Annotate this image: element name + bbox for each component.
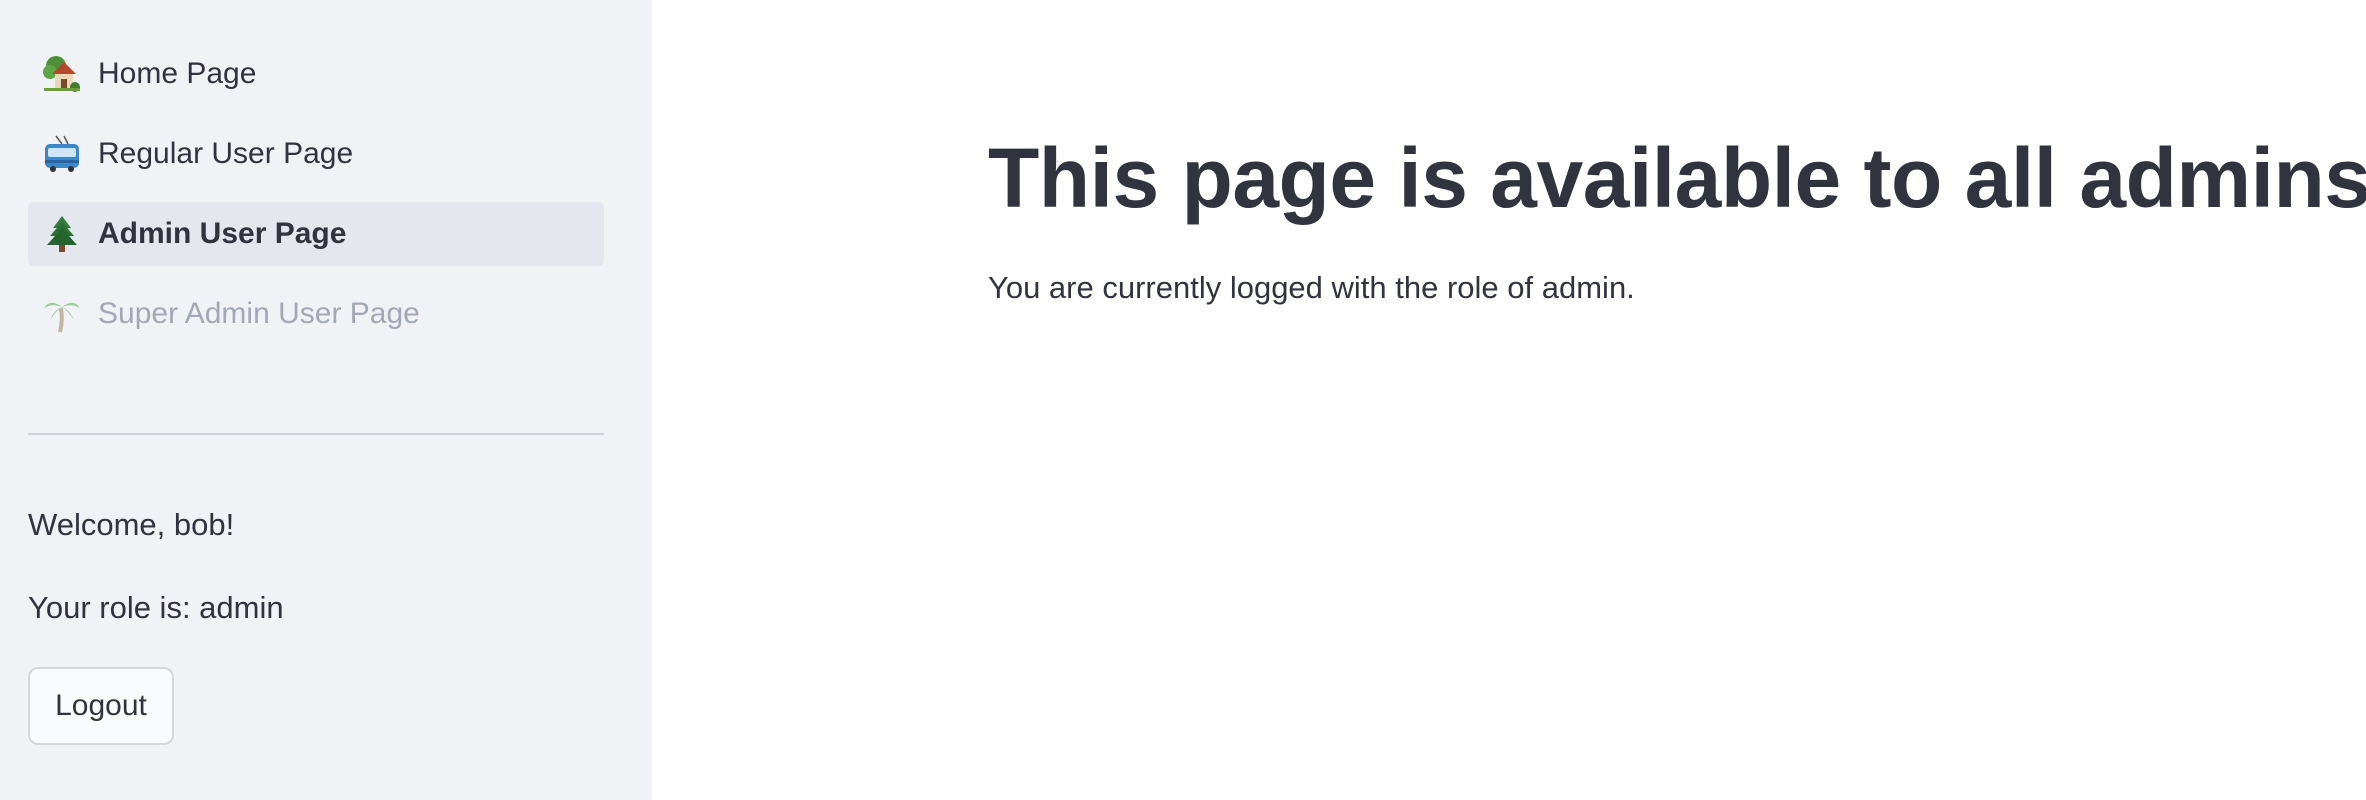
sidebar: Home Page Regular User Page Admin User P… <box>0 0 652 800</box>
app: Home Page Regular User Page Admin User P… <box>0 0 2366 800</box>
trolleybus-icon <box>42 134 82 174</box>
role-info-text: You are currently logged with the role o… <box>988 270 1635 305</box>
sidebar-item-regular-user-page[interactable]: Regular User Page <box>28 122 604 186</box>
sidebar-item-label: Super Admin User Page <box>98 297 420 330</box>
sidebar-item-label: Admin User Page <box>98 217 347 250</box>
sidebar-item-home-page[interactable]: Home Page <box>28 42 604 106</box>
sidebar-item-label: Regular User Page <box>98 137 354 170</box>
page-title: This page is available to all admins <box>988 131 2366 225</box>
role-text: Your role is: admin <box>28 590 284 625</box>
sidebar-divider <box>28 433 604 435</box>
sidebar-item-admin-user-page[interactable]: Admin User Page <box>28 202 604 266</box>
palm-tree-icon <box>42 294 82 334</box>
main-content: This page is available to all admins You… <box>652 0 2366 800</box>
sidebar-nav: Home Page Regular User Page Admin User P… <box>28 42 604 362</box>
evergreen-tree-icon <box>42 214 82 254</box>
house-with-garden-icon <box>42 54 82 94</box>
welcome-text: Welcome, bob! <box>28 507 235 542</box>
logout-button[interactable]: Logout <box>28 667 174 745</box>
sidebar-item-label: Home Page <box>98 57 257 90</box>
sidebar-item-super-admin-user-page[interactable]: Super Admin User Page <box>28 282 604 346</box>
